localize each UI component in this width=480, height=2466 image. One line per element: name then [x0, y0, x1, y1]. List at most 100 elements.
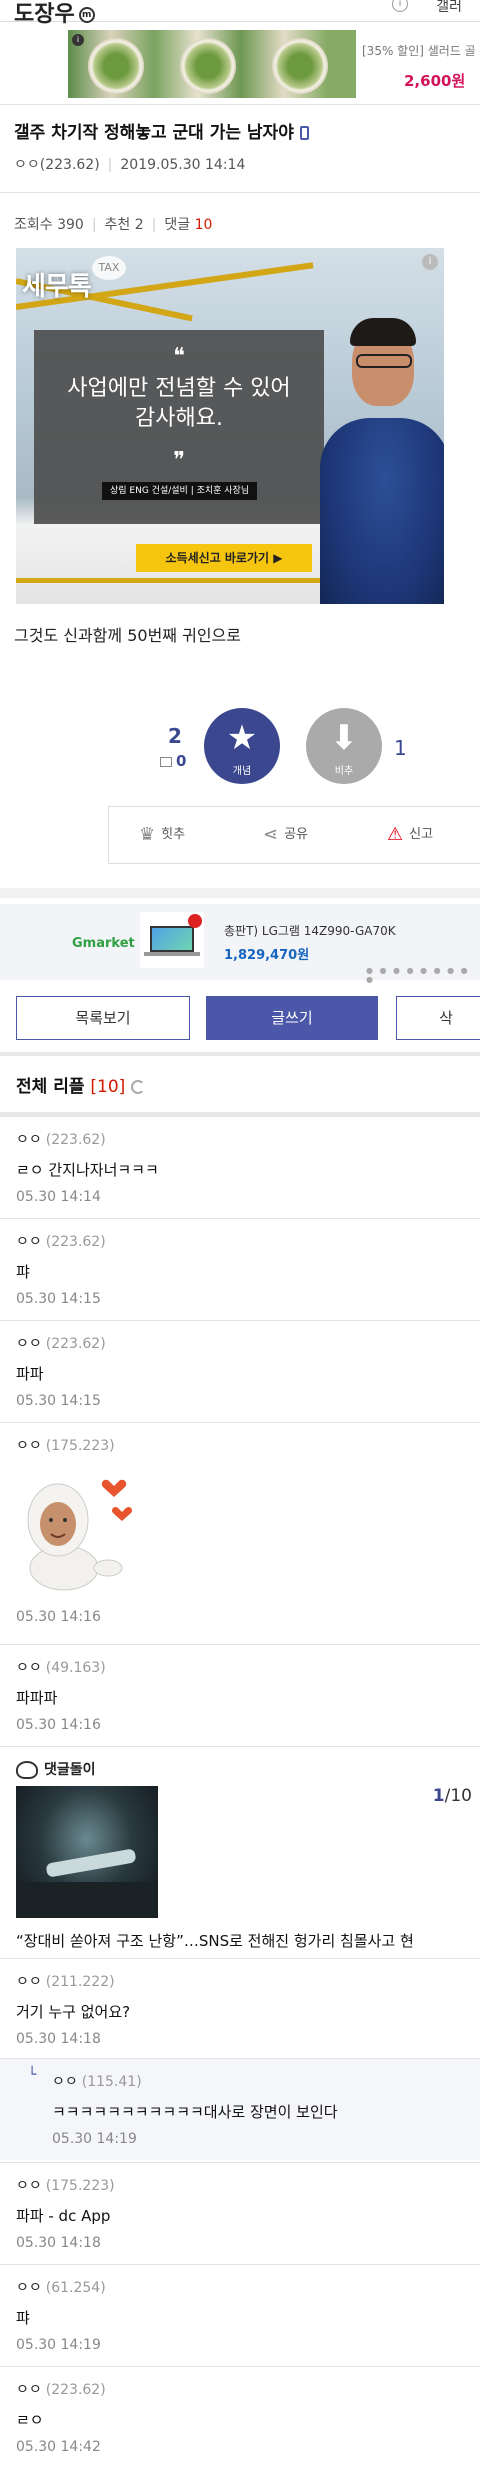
comment-nick[interactable]: ㅇㅇ (115.41) — [52, 2071, 142, 2091]
comment-text: ㅋㅋㅋㅋㅋㅋㅋㅋㅋㅋㅋ대사로 장면이 보인다 — [52, 2103, 338, 2121]
carousel-dots[interactable]: ● ● ● ● ● ● ● ● ● — [366, 966, 480, 984]
comment-nick[interactable]: ㅇㅇ (49.163) — [16, 1657, 106, 1677]
comment-date: 05.30 14:15 — [16, 1393, 101, 1409]
not-recommend-button[interactable]: ⬇ 비추 — [306, 708, 382, 784]
crown-icon: ♛ — [139, 824, 156, 845]
recommend-count-number: 2 — [168, 724, 182, 748]
gmarket-logo: Gmarket — [72, 936, 135, 951]
comment-nick[interactable]: ㅇㅇ (175.223) — [16, 1435, 115, 1455]
comment-nick[interactable]: ㅇㅇ (223.62) — [16, 1231, 106, 1251]
comment-date: 05.30 14:15 — [16, 1291, 101, 1307]
share-button[interactable]: ⋖ 공유 — [263, 823, 308, 845]
salad-image: i — [68, 30, 356, 98]
ad-quote-box: ❝ 사업에만 전념할 수 있어 감사해요. ❞ 상림 ENG 건설/설비 | 조치… — [34, 330, 324, 524]
comment-item: ㅇㅇ (49.163) 파파파 05.30 14:16 — [0, 1644, 480, 1744]
ad-caption: 상림 ENG 건설/설비 | 조치훈 사장님 — [102, 482, 258, 500]
fixed-recommend: 0 — [160, 752, 186, 770]
dccon-sticker — [27, 1479, 133, 1591]
reply-item: └ ㅇㅇ (115.41) ㅋㅋㅋㅋㅋㅋㅋㅋㅋㅋㅋ대사로 장면이 보인다 05.3… — [0, 2058, 480, 2160]
write-button[interactable]: 글쓰기 — [206, 996, 378, 1040]
comment-text: 파파파 — [16, 1689, 58, 1707]
comment-item: ㅇㅇ (175.223) 파파 - dc App 05.30 14:18 — [0, 2162, 480, 2262]
refresh-icon[interactable] — [131, 1080, 146, 1094]
comment-bot-icon — [16, 1761, 38, 1779]
comment-date: 05.30 14:16 — [16, 1717, 101, 1733]
gmarket-ad[interactable]: Gmarket 총판T) LG그램 14Z990-GA70K 1,829,470… — [0, 904, 480, 984]
quote-open-icon: ❝ — [173, 344, 185, 369]
ad-headline: 사업에만 전념할 수 있어 감사해요. — [67, 376, 291, 431]
news-counter: 1/10 — [432, 1786, 472, 1806]
salad-bowl — [180, 38, 236, 94]
view-count: 조회수 390 — [14, 217, 84, 233]
comment-nick[interactable]: ㅇㅇ (223.62) — [16, 1333, 106, 1353]
laptop-image — [140, 912, 204, 968]
delete-button[interactable]: 삭 — [396, 996, 480, 1040]
comment-text: 퍄 — [16, 1263, 30, 1281]
reply-arrow-icon: └ — [28, 2067, 37, 2083]
comment-text: 퍄 — [16, 2309, 30, 2327]
salad-bowl — [272, 38, 328, 94]
tax-ad[interactable]: 세무톡 TAX i ❝ 사업에만 전념할 수 있어 감사해요. ❞ 상림 ENG … — [16, 248, 444, 604]
comment-count-label: 댓글 — [164, 217, 191, 233]
section-divider — [0, 1052, 480, 1056]
sale-badge-icon — [188, 914, 202, 928]
post-date: 2019.05.30 14:14 — [120, 157, 246, 173]
top-bar: 도장우 m i 갤러 — [0, 0, 480, 27]
quote-close-icon: ❞ — [173, 448, 185, 473]
gmarket-product-title: 총판T) LG그램 14Z990-GA70K — [224, 924, 396, 938]
comment-item: ㅇㅇ (223.62) ㄹㅇ 간지나자너ㅋㅋㅋ 05.30 14:14 — [0, 1116, 480, 1216]
gmarket-product-price: 1,829,470원 — [224, 948, 310, 963]
post-author[interactable]: ㅇㅇ(223.62) — [14, 157, 100, 173]
ad-info-icon[interactable]: i — [422, 254, 438, 270]
comment-text: ㄹㅇ 간지나자너ㅋㅋㅋ — [16, 1161, 159, 1179]
comment-item: ㅇㅇ (223.62) 파파 05.30 14:15 — [0, 1320, 480, 1420]
list-button[interactable]: 목록보기 — [16, 996, 190, 1040]
post-body: 그것도 신과함께 50번째 귀인으로 — [14, 626, 241, 645]
recommend-button[interactable]: ★ 개념 — [204, 708, 280, 784]
mobile-badge-icon: m — [78, 7, 95, 23]
comment-text: 거기 누구 없어요? — [16, 2003, 131, 2021]
post-stats: 조회수 390 | 추천 2 | 댓글 10 — [14, 217, 213, 233]
comment-date: 05.30 14:16 — [16, 1609, 101, 1625]
banner-ad-text: [35% 할인] 샐러드 골 — [362, 44, 476, 58]
comment-date: 05.30 14:14 — [16, 1189, 101, 1205]
news-headline[interactable]: “장대비 쏟아져 구조 난항”…SNS로 전해진 헝가리 침몰사고 현 — [16, 1930, 414, 1951]
comment-nick[interactable]: ㅇㅇ (175.223) — [16, 2175, 115, 2195]
gallery-title[interactable]: 도장우 m — [14, 0, 95, 28]
ad-person-photo — [320, 318, 444, 604]
recommend-count: 추천 2 — [104, 217, 144, 233]
divider — [0, 192, 480, 193]
share-icon: ⋖ — [263, 824, 279, 845]
comment-nick[interactable]: ㅇㅇ (223.62) — [16, 2379, 106, 2399]
ad-cta-button[interactable]: 소득세신고 바로가기 ▶ — [136, 544, 312, 572]
ad-info-icon[interactable]: i — [72, 34, 84, 46]
info-icon[interactable]: i — [392, 0, 408, 12]
comment-nick[interactable]: ㅇㅇ (223.62) — [16, 1129, 106, 1149]
comment-date: 05.30 14:19 — [52, 2131, 137, 2147]
banner-ad[interactable]: i [35% 할인] 샐러드 골 2,600원 — [68, 30, 480, 98]
post-meta: ㅇㅇ(223.62) | 2019.05.30 14:14 — [14, 157, 246, 173]
comment-nick[interactable]: ㅇㅇ (61.254) — [16, 2277, 106, 2297]
comment-item: ㅇㅇ (211.222) 거기 누구 없어요? 05.30 14:18 — [0, 1958, 480, 2058]
fixed-recommend-icon — [160, 756, 172, 767]
comment-item: ㅇㅇ (61.254) 퍄 05.30 14:19 — [0, 2264, 480, 2364]
report-button[interactable]: ⚠ 신고 — [387, 823, 433, 845]
comment-date: 05.30 14:18 — [16, 2235, 101, 2251]
section-divider — [0, 888, 480, 898]
down-arrow-icon: ⬇ — [329, 718, 359, 758]
news-thumbnail[interactable] — [16, 1786, 158, 1918]
comments-total: [10] — [90, 1077, 126, 1097]
gallery-link[interactable]: 갤러 — [436, 0, 462, 16]
hit-button[interactable]: ♛ 힛추 — [139, 823, 185, 845]
ad-logo: 세무톡 — [22, 272, 92, 302]
banner-ad-price: 2,600원 — [404, 72, 466, 90]
not-recommend-count: 1 — [394, 736, 407, 760]
salad-bowl — [88, 38, 144, 94]
siren-icon: ⚠ — [387, 824, 404, 845]
post-title: 갤주 차기작 정해놓고 군대 가는 남자야 — [14, 118, 309, 143]
comment-item: ㅇㅇ (223.62) 퍄 05.30 14:15 — [0, 1218, 480, 1318]
star-icon: ★ — [226, 718, 258, 758]
comment-nick[interactable]: ㅇㅇ (211.222) — [16, 1971, 115, 1991]
comments-header: 전체 리플 [10] — [16, 1072, 146, 1097]
comment-text: ㄹㅇ — [16, 2411, 44, 2429]
